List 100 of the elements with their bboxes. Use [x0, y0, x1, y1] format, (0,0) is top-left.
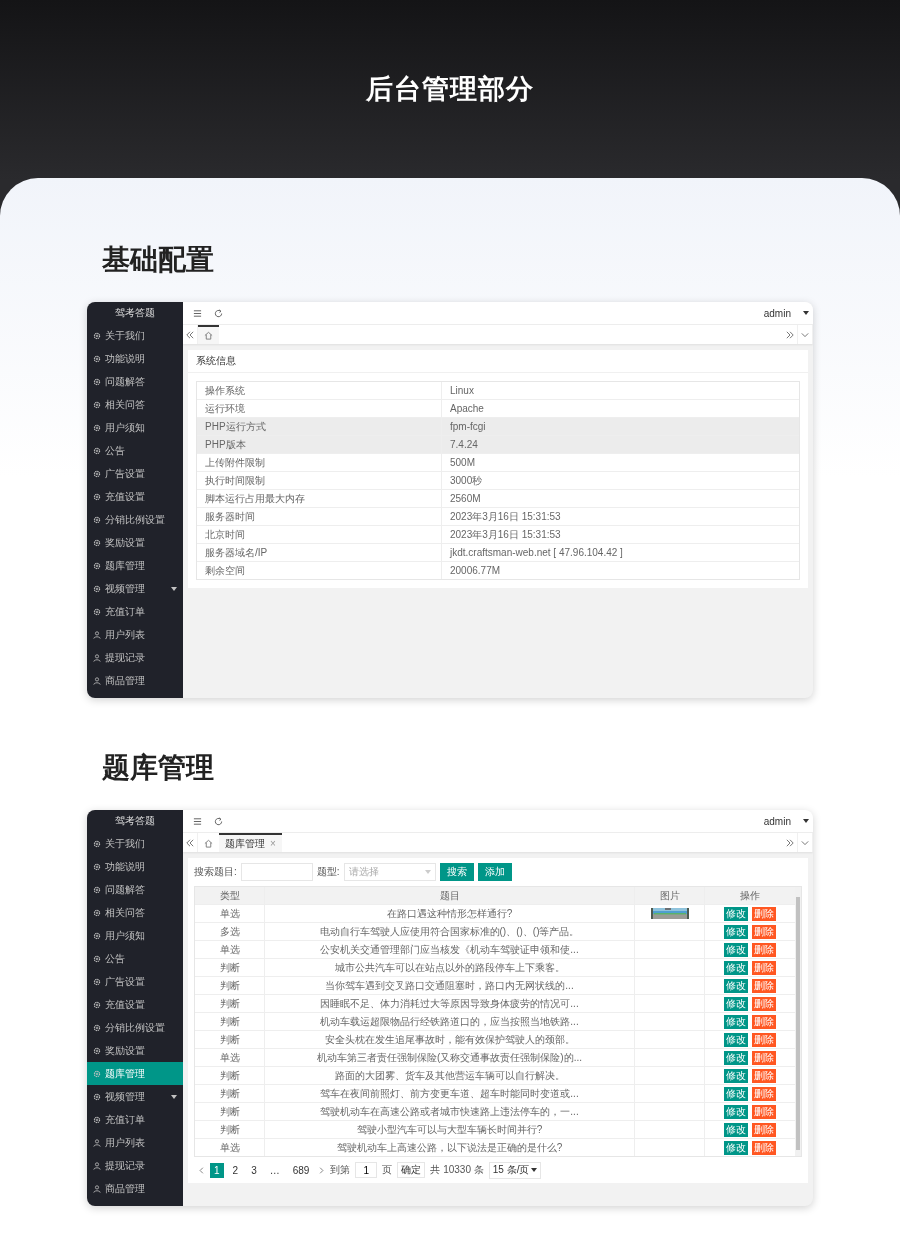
sidebar-item[interactable]: 公告 — [87, 947, 183, 970]
sidebar-item[interactable]: 分销比例设置 — [87, 508, 183, 531]
total-count: 共 10330 条 — [430, 1163, 484, 1177]
page-number[interactable]: 689 — [288, 1162, 314, 1178]
table-cell-text: 2023年3月16日 15:31:53 — [449, 527, 562, 542]
edit-button[interactable]: 修改 — [724, 960, 748, 975]
refresh-icon[interactable] — [214, 816, 223, 826]
refresh-icon[interactable] — [214, 308, 223, 318]
edit-button[interactable]: 修改 — [724, 924, 748, 939]
menu-icon[interactable] — [193, 816, 202, 826]
edit-button[interactable]: 修改 — [724, 1140, 748, 1155]
edit-button[interactable]: 修改 — [724, 1032, 748, 1047]
search-button[interactable]: 搜索 — [439, 863, 474, 881]
double-right-icon[interactable] — [786, 330, 794, 339]
double-left-icon[interactable] — [186, 330, 194, 339]
user-icon — [93, 1161, 101, 1170]
edit-button[interactable]: 修改 — [724, 996, 748, 1011]
edit-button[interactable]: 修改 — [724, 1086, 748, 1101]
sidebar-item[interactable]: 广告设置 — [87, 970, 183, 993]
user-icon — [93, 1138, 101, 1147]
sidebar-item[interactable]: 充值订单 — [87, 1108, 183, 1131]
sidebar-item[interactable]: 关于我们 — [87, 832, 183, 855]
gear-icon — [93, 354, 101, 363]
brand-title: 驾考答题 — [114, 306, 156, 320]
panel-title: 系统信息 — [188, 350, 808, 373]
sidebar-item[interactable]: 商品管理 — [87, 669, 183, 692]
table-cell-text: 2560M — [449, 492, 482, 506]
double-left-icon[interactable] — [186, 838, 194, 847]
gear-icon — [93, 446, 101, 455]
sidebar-item[interactable]: 用户须知 — [87, 924, 183, 947]
table-cell-text: 3000秒 — [449, 473, 484, 488]
gear-icon — [93, 908, 101, 917]
edit-button[interactable]: 修改 — [724, 1050, 748, 1065]
sidebar-item[interactable]: 商品管理 — [87, 1177, 183, 1200]
tab[interactable] — [198, 325, 219, 344]
sidebar-item[interactable]: 视频管理 — [87, 577, 183, 600]
page-number[interactable]: 2 — [228, 1162, 243, 1178]
add-button[interactable]: 添加 — [477, 863, 512, 881]
sidebar-item[interactable]: 问题解答 — [87, 878, 183, 901]
home-icon — [204, 331, 213, 340]
table-cell-text: 20006.77M — [449, 564, 502, 578]
sidebar-item[interactable]: 奖励设置 — [87, 531, 183, 554]
sidebar-item[interactable]: 用户须知 — [87, 416, 183, 439]
page-input[interactable]: 1 — [355, 1162, 378, 1178]
user-menu[interactable]: admin — [763, 815, 791, 827]
search-field[interactable] — [240, 863, 313, 881]
sidebar-item[interactable]: 提现记录 — [87, 646, 183, 669]
edit-button[interactable]: 修改 — [724, 1014, 748, 1029]
user-menu[interactable]: admin — [763, 307, 791, 319]
sidebar-item[interactable]: 相关问答 — [87, 393, 183, 416]
goto-label: 到第 — [330, 1163, 351, 1177]
edit-button[interactable]: 修改 — [724, 1104, 748, 1119]
gear-icon — [93, 862, 101, 871]
sidebar-item[interactable]: 功能说明 — [87, 347, 183, 370]
caret-icon — [803, 819, 809, 823]
page-size-select[interactable]: 15 条/页 — [488, 1161, 542, 1179]
goto-label: 页 — [382, 1163, 393, 1177]
sidebar-item[interactable]: 充值设置 — [87, 993, 183, 1016]
gear-icon — [93, 515, 101, 524]
scrollbar[interactable] — [795, 887, 801, 1156]
sidebar-item[interactable]: 用户列表 — [87, 1131, 183, 1154]
gear-icon — [93, 839, 101, 848]
caret-icon — [424, 870, 431, 874]
edit-button[interactable]: 修改 — [724, 1068, 748, 1083]
caret-icon — [171, 586, 177, 591]
sidebar-item[interactable]: 广告设置 — [87, 462, 183, 485]
sidebar-item[interactable]: 提现记录 — [87, 1154, 183, 1177]
edit-button[interactable]: 修改 — [724, 978, 748, 993]
edit-button[interactable]: 修改 — [724, 942, 748, 957]
tab[interactable]: 题库管理 × — [219, 833, 282, 852]
sidebar-item[interactable]: 题库管理 — [87, 554, 183, 577]
menu-icon[interactable] — [193, 308, 202, 318]
gear-icon — [93, 1115, 101, 1124]
edit-button[interactable]: 修改 — [724, 906, 748, 921]
page-ellipsis: … — [268, 1163, 281, 1178]
double-right-icon[interactable] — [786, 838, 794, 847]
sidebar-item[interactable]: 关于我们 — [87, 324, 183, 347]
home-icon — [204, 839, 213, 848]
gear-icon — [93, 492, 101, 501]
confirm-button[interactable]: 确定 — [397, 1162, 426, 1178]
gear-icon — [93, 561, 101, 570]
sidebar-item[interactable]: 相关问答 — [87, 901, 183, 924]
edit-button[interactable]: 修改 — [724, 1122, 748, 1137]
page-number[interactable]: 3 — [247, 1162, 261, 1178]
sidebar-item[interactable]: 分销比例设置 — [87, 1016, 183, 1039]
user-icon — [93, 1184, 101, 1193]
page-number[interactable]: 1 — [210, 1162, 224, 1178]
sidebar-item[interactable]: 视频管理 — [87, 1085, 183, 1108]
sidebar-item[interactable]: 问题解答 — [87, 370, 183, 393]
sidebar-item[interactable]: 题库管理 — [87, 1062, 183, 1085]
gear-icon — [93, 1046, 101, 1055]
sidebar-item[interactable]: 功能说明 — [87, 855, 183, 878]
sidebar-item[interactable]: 奖励设置 — [87, 1039, 183, 1062]
sidebar-item[interactable]: 充值订单 — [87, 600, 183, 623]
sidebar-item[interactable]: 用户列表 — [87, 623, 183, 646]
gear-icon — [93, 538, 101, 547]
table-cell-text: jkdt.craftsman-web.net [ 47.96.104.42 ] — [448, 546, 624, 560]
sidebar-item[interactable]: 公告 — [87, 439, 183, 462]
table-cell: 驾驶机动车上高速公路，以下说法是正确的是什么? — [265, 1139, 635, 1156]
sidebar-item[interactable]: 充值设置 — [87, 485, 183, 508]
